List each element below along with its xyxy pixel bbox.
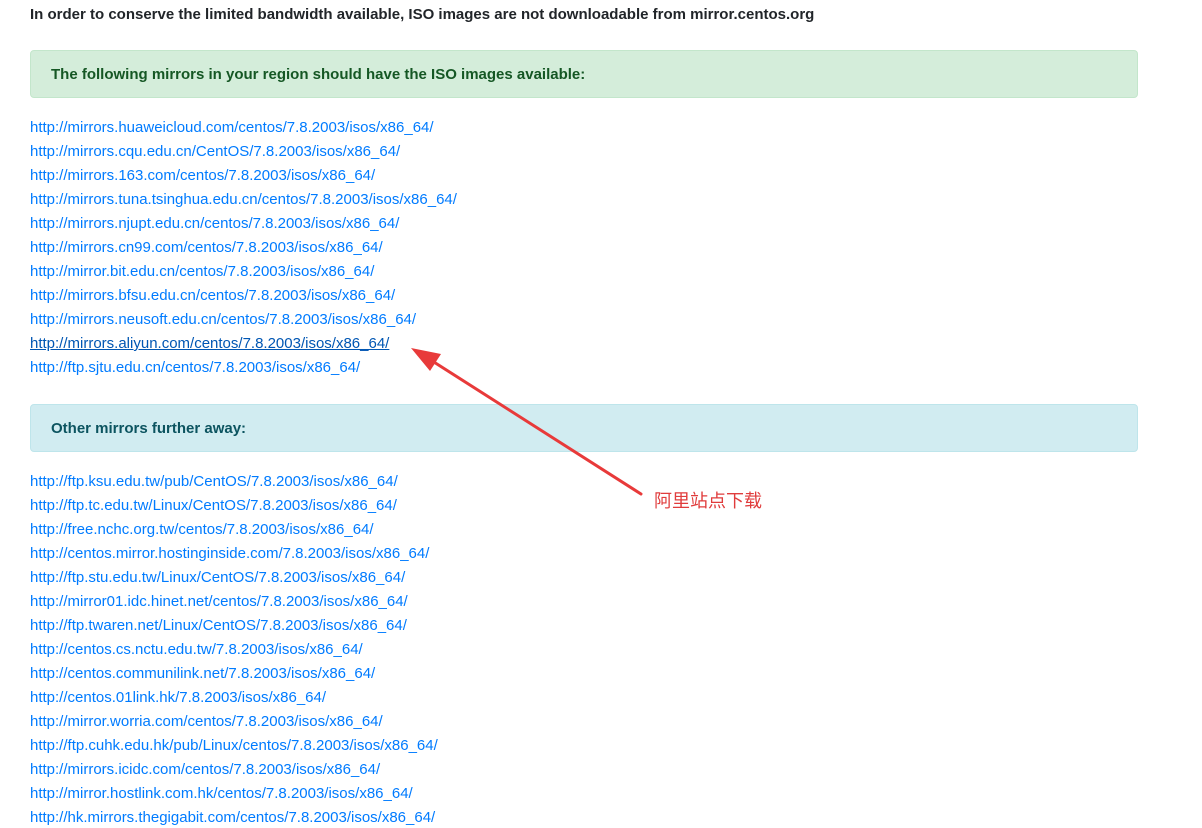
mirror-link[interactable]: http://mirrors.icidc.com/centos/7.8.2003… — [30, 761, 380, 778]
mirror-link[interactable]: http://ftp.stu.edu.tw/Linux/CentOS/7.8.2… — [30, 569, 405, 586]
mirror-link[interactable]: http://ftp.twaren.net/Linux/CentOS/7.8.2… — [30, 617, 407, 634]
list-item: http://mirror01.idc.hinet.net/centos/7.8… — [30, 590, 438, 614]
mirror-link[interactable]: http://centos.01link.hk/7.8.2003/isos/x8… — [30, 689, 326, 706]
list-item: http://mirrors.njupt.edu.cn/centos/7.8.2… — [30, 212, 457, 236]
bandwidth-notice: In order to conserve the limited bandwid… — [30, 6, 815, 23]
list-item: http://mirror.bit.edu.cn/centos/7.8.2003… — [30, 260, 457, 284]
list-item: http://mirrors.bfsu.edu.cn/centos/7.8.20… — [30, 284, 457, 308]
list-item: http://hk.mirrors.thegigabit.com/centos/… — [30, 806, 438, 828]
mirror-link[interactable]: http://mirrors.cqu.edu.cn/CentOS/7.8.200… — [30, 143, 400, 160]
list-item: http://mirrors.huaweicloud.com/centos/7.… — [30, 116, 457, 140]
mirror-link[interactable]: http://mirror.worria.com/centos/7.8.2003… — [30, 713, 383, 730]
mirror-link[interactable]: http://mirrors.neusoft.edu.cn/centos/7.8… — [30, 311, 416, 328]
list-item: http://mirrors.cqu.edu.cn/CentOS/7.8.200… — [30, 140, 457, 164]
list-item: http://ftp.cuhk.edu.hk/pub/Linux/centos/… — [30, 734, 438, 758]
list-item: http://free.nchc.org.tw/centos/7.8.2003/… — [30, 518, 438, 542]
mirror-link[interactable]: http://mirrors.bfsu.edu.cn/centos/7.8.20… — [30, 287, 395, 304]
further-mirrors-alert: Other mirrors further away: — [30, 404, 1138, 452]
list-item: http://ftp.stu.edu.tw/Linux/CentOS/7.8.2… — [30, 566, 438, 590]
mirror-link[interactable]: http://centos.communilink.net/7.8.2003/i… — [30, 665, 375, 682]
list-item: http://centos.cs.nctu.edu.tw/7.8.2003/is… — [30, 638, 438, 662]
list-item: http://ftp.sjtu.edu.cn/centos/7.8.2003/i… — [30, 356, 457, 380]
list-item: http://mirrors.icidc.com/centos/7.8.2003… — [30, 758, 438, 782]
mirror-link[interactable]: http://free.nchc.org.tw/centos/7.8.2003/… — [30, 521, 374, 538]
region-mirrors-alert: The following mirrors in your region sho… — [30, 50, 1138, 98]
list-item: http://ftp.twaren.net/Linux/CentOS/7.8.2… — [30, 614, 438, 638]
list-item: http://mirrors.cn99.com/centos/7.8.2003/… — [30, 236, 457, 260]
mirror-link[interactable]: http://mirror01.idc.hinet.net/centos/7.8… — [30, 593, 408, 610]
mirror-link[interactable]: http://mirror.bit.edu.cn/centos/7.8.2003… — [30, 263, 374, 280]
list-item: http://mirrors.163.com/centos/7.8.2003/i… — [30, 164, 457, 188]
list-item: http://mirrors.neusoft.edu.cn/centos/7.8… — [30, 308, 457, 332]
list-item: http://centos.communilink.net/7.8.2003/i… — [30, 662, 438, 686]
list-item: http://centos.mirror.hostinginside.com/7… — [30, 542, 438, 566]
mirror-link[interactable]: http://ftp.tc.edu.tw/Linux/CentOS/7.8.20… — [30, 497, 397, 514]
list-item: http://mirrors.aliyun.com/centos/7.8.200… — [30, 332, 457, 356]
mirror-link[interactable]: http://ftp.ksu.edu.tw/pub/CentOS/7.8.200… — [30, 473, 398, 490]
page: In order to conserve the limited bandwid… — [0, 0, 1202, 828]
mirror-link[interactable]: http://centos.cs.nctu.edu.tw/7.8.2003/is… — [30, 641, 363, 658]
list-item: http://mirrors.tuna.tsinghua.edu.cn/cent… — [30, 188, 457, 212]
mirror-link[interactable]: http://ftp.cuhk.edu.hk/pub/Linux/centos/… — [30, 737, 438, 754]
further-mirror-list: http://ftp.ksu.edu.tw/pub/CentOS/7.8.200… — [30, 470, 438, 828]
annotation-label: 阿里站点下载 — [654, 491, 762, 512]
mirror-link[interactable]: http://centos.mirror.hostinginside.com/7… — [30, 545, 429, 562]
mirror-link[interactable]: http://ftp.sjtu.edu.cn/centos/7.8.2003/i… — [30, 359, 360, 376]
aliyun-mirror-link[interactable]: http://mirrors.aliyun.com/centos/7.8.200… — [30, 335, 389, 352]
list-item: http://mirror.hostlink.com.hk/centos/7.8… — [30, 782, 438, 806]
region-mirror-list: http://mirrors.huaweicloud.com/centos/7.… — [30, 116, 457, 380]
mirror-link[interactable]: http://mirror.hostlink.com.hk/centos/7.8… — [30, 785, 413, 802]
mirror-link[interactable]: http://mirrors.njupt.edu.cn/centos/7.8.2… — [30, 215, 399, 232]
mirror-link[interactable]: http://mirrors.cn99.com/centos/7.8.2003/… — [30, 239, 383, 256]
list-item: http://ftp.tc.edu.tw/Linux/CentOS/7.8.20… — [30, 494, 438, 518]
list-item: http://centos.01link.hk/7.8.2003/isos/x8… — [30, 686, 438, 710]
mirror-link[interactable]: http://hk.mirrors.thegigabit.com/centos/… — [30, 809, 435, 826]
mirror-link[interactable]: http://mirrors.tuna.tsinghua.edu.cn/cent… — [30, 191, 457, 208]
mirror-link[interactable]: http://mirrors.huaweicloud.com/centos/7.… — [30, 119, 434, 136]
list-item: http://mirror.worria.com/centos/7.8.2003… — [30, 710, 438, 734]
mirror-link[interactable]: http://mirrors.163.com/centos/7.8.2003/i… — [30, 167, 375, 184]
list-item: http://ftp.ksu.edu.tw/pub/CentOS/7.8.200… — [30, 470, 438, 494]
